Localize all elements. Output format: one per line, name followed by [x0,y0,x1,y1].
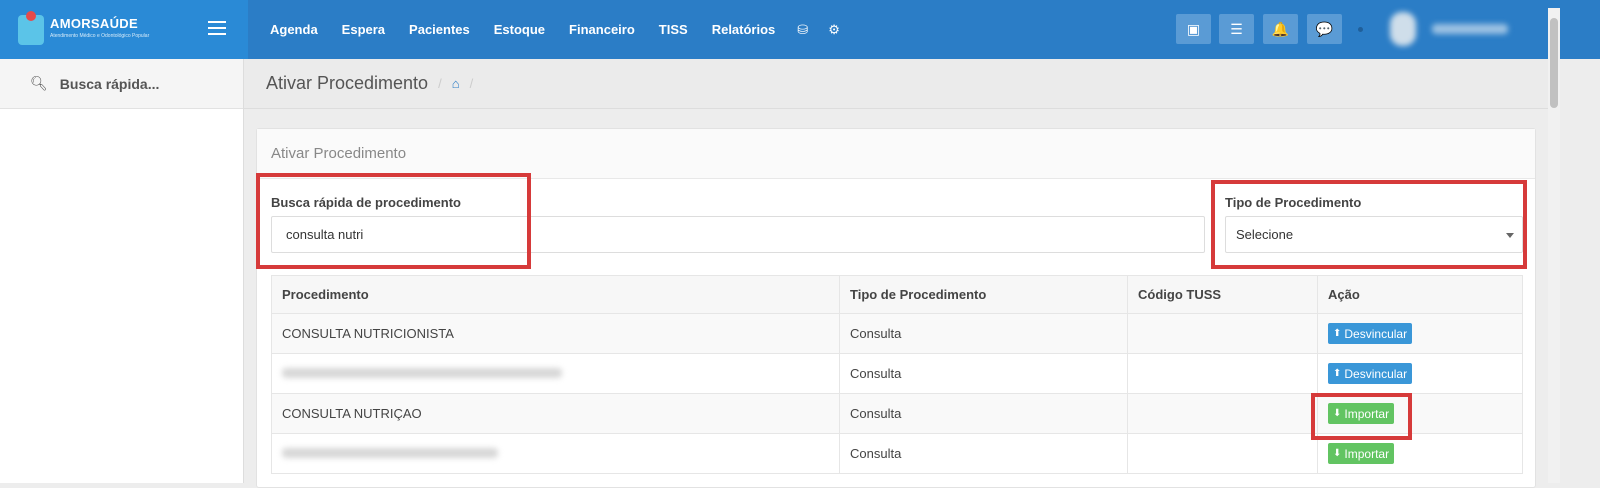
upload-icon: ⬆︎ [1333,328,1342,339]
cell-procedure: CONSULTA NUTRICIONISTA [271,313,840,354]
cell-tuss [1127,393,1318,434]
brand-subtitle: Atendimento Médico e Odontológico Popula… [50,32,150,39]
home-icon[interactable]: ⌂ [452,76,460,91]
top-navbar: AMORSAÚDE Atendimento Médico e Odontológ… [0,0,1600,59]
sidebar-search-label: Busca rápida... [59,75,160,92]
bell-icon[interactable]: 🔔 [1263,14,1298,44]
upload-icon: ⬆︎ [1333,368,1342,379]
blurred-text [282,368,562,378]
blurred-text [282,448,498,458]
unlink-button[interactable]: ⬆︎ Desvincular [1328,323,1413,344]
search-icon: 🔍︎ [30,75,48,91]
highlight-search-box [256,173,531,269]
avatar[interactable] [1390,12,1416,46]
highlight-import-box [1311,393,1412,440]
unlink-button[interactable]: ⬆︎ Desvincular [1328,363,1413,384]
nav-pacientes[interactable]: Pacientes [409,22,470,37]
breadcrumb-separator: / [469,76,474,91]
chat-icon[interactable]: 💬 [1307,14,1342,44]
panel-heading: Ativar Procedimento [257,129,1535,179]
cell-action: ⬆︎ Desvincular [1317,353,1523,394]
cell-type: Consulta [839,393,1128,434]
nav-agenda[interactable]: Agenda [270,22,318,37]
nav-financeiro[interactable]: Financeiro [569,22,635,37]
highlight-type-box [1211,180,1527,269]
col-codigo-tuss[interactable]: Código TUSS [1127,275,1318,314]
gear-icon[interactable]: ⚙ [828,22,840,38]
col-tipo[interactable]: Tipo de Procedimento [839,275,1128,314]
inbox-icon[interactable]: ▣ [1176,14,1211,44]
database-icon[interactable]: ⛁ [797,22,808,38]
user-name-blurred[interactable] [1432,24,1508,34]
nav-espera[interactable]: Espera [342,22,385,37]
col-procedimento[interactable]: Procedimento [271,275,840,314]
nav-relatorios[interactable]: Relatórios [712,22,776,37]
cell-action: ⬆︎ Desvincular [1317,313,1523,354]
cell-procedure: CONSULTA NUTRIÇAO [271,393,840,434]
cell-type: Consulta [839,433,1128,474]
menu-icon[interactable] [208,21,226,35]
logo-icon [18,10,44,45]
sidebar: 🔍︎ Busca rápida... [0,59,244,483]
col-acao: Ação [1317,275,1523,314]
cell-tuss [1127,313,1318,354]
main-nav: Agenda Espera Pacientes Estoque Financei… [258,0,850,59]
brand-name: AMORSAÚDE Atendimento Médico e Odontológ… [50,17,150,42]
download-icon: ⬇︎ [1333,448,1342,459]
cell-tuss [1127,433,1318,474]
scrollbar[interactable] [1548,8,1560,483]
cell-tuss [1127,353,1318,394]
cell-type: Consulta [839,313,1128,354]
nav-estoque[interactable]: Estoque [494,22,545,37]
nav-tiss[interactable]: TISS [659,22,688,37]
cell-procedure [271,353,840,394]
table-row: Consulta ⬆︎ Desvincular [271,353,1523,394]
cell-type: Consulta [839,353,1128,394]
import-button[interactable]: ⬇︎ Importar [1328,443,1395,464]
breadcrumb-separator: / [438,76,442,91]
list-icon[interactable]: ☰ [1219,14,1254,44]
page-title: Ativar Procedimento [266,73,429,93]
cell-procedure [271,433,840,474]
procedure-table: Procedimento Tipo de Procedimento Código… [271,275,1523,474]
sidebar-quick-search[interactable]: 🔍︎ Busca rápida... [0,59,243,109]
breadcrumb: Ativar Procedimento / ⌂ / [244,59,1548,109]
table-row: CONSULTA NUTRICIONISTA Consulta ⬆︎ Desvin… [271,313,1523,354]
status-dot [1358,27,1363,32]
scrollbar-thumb[interactable] [1550,18,1558,108]
